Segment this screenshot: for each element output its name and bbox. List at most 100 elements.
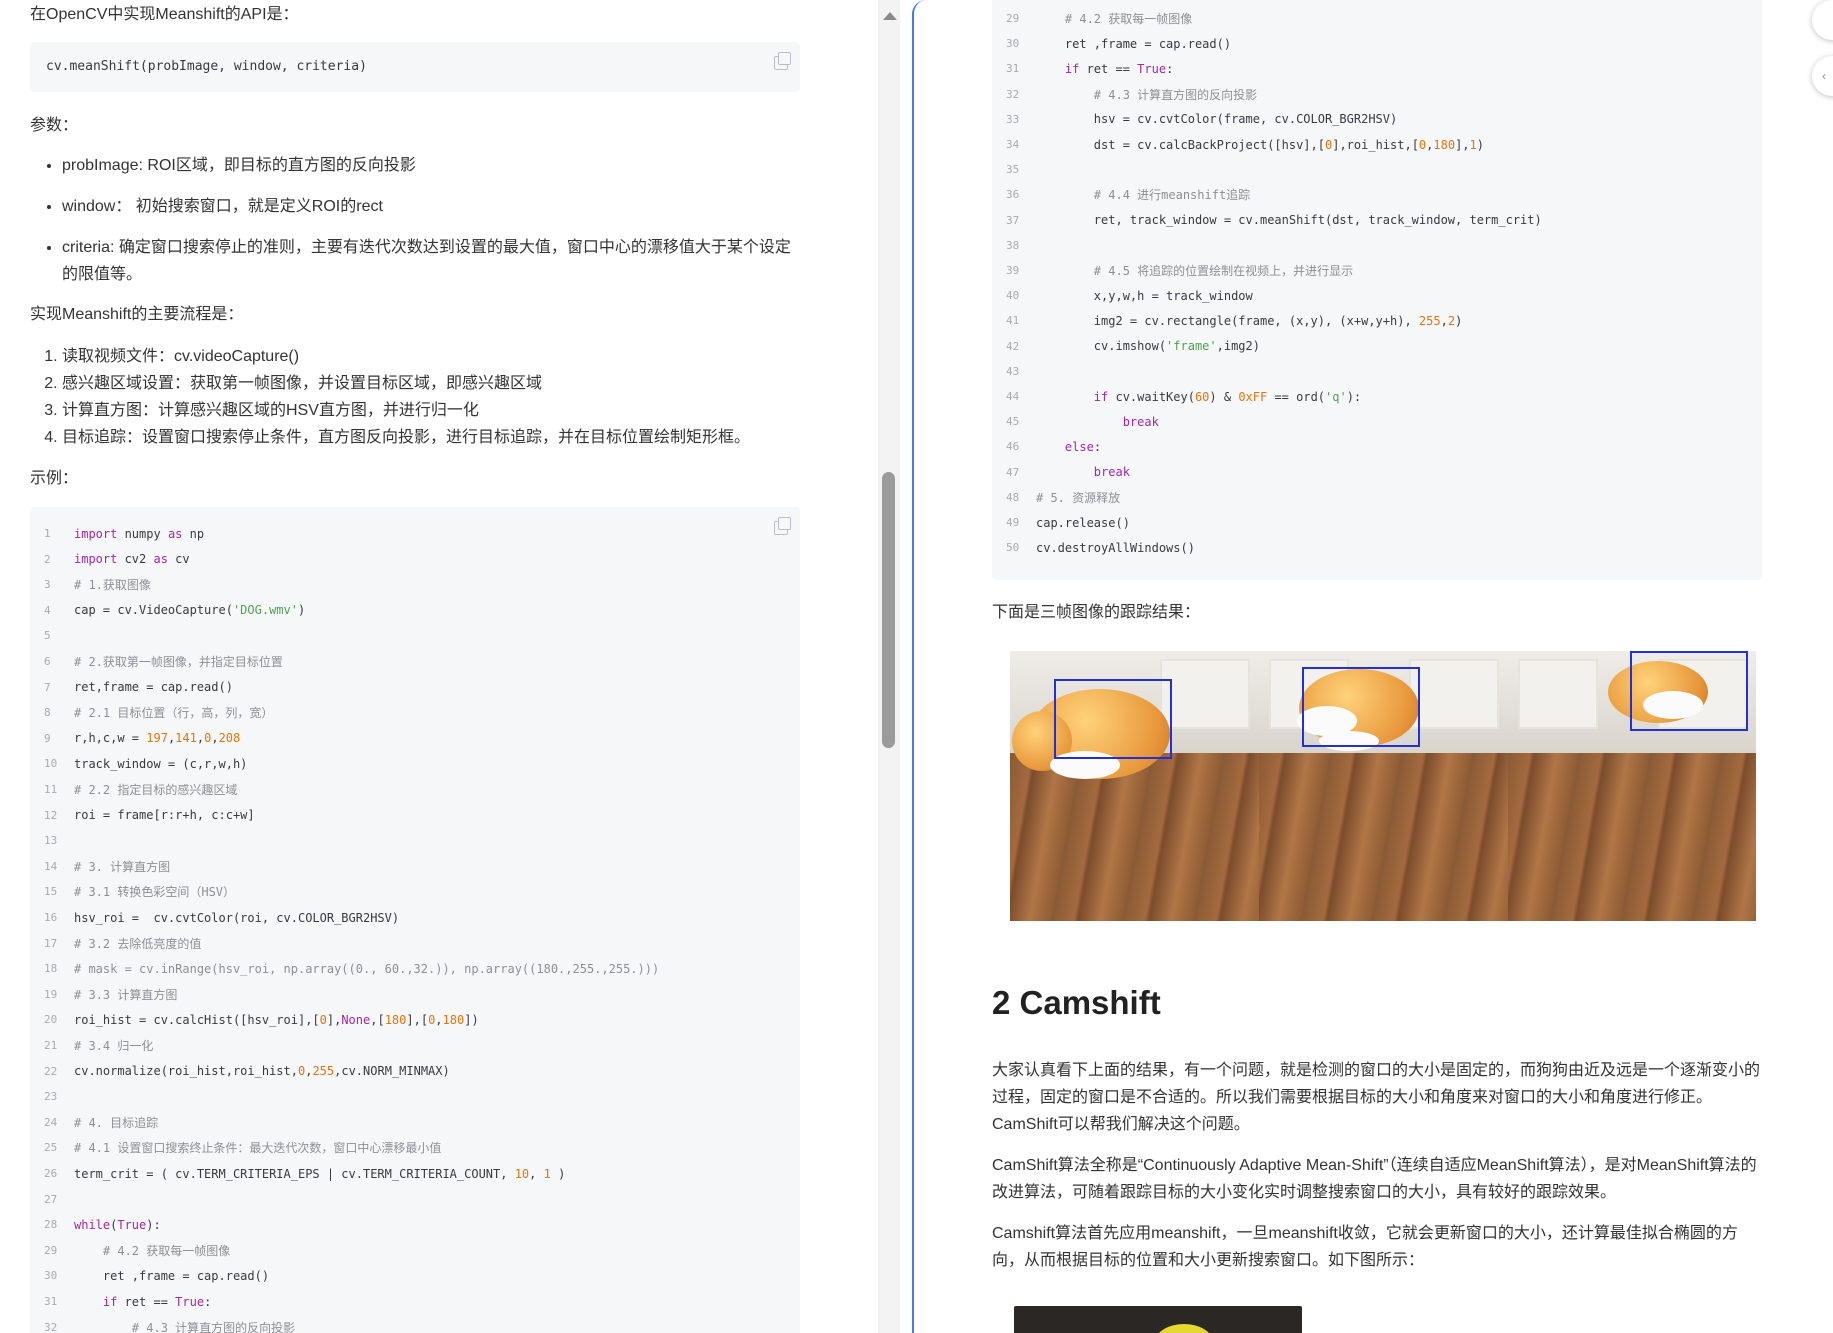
camshift-figure [1014, 1306, 1302, 1333]
flow-heading: 实现Meanshift的主要流程是： [30, 306, 244, 323]
code-text: if ret == True: [1064, 61, 1174, 76]
line-number: 33 [1006, 112, 1020, 126]
line-number: 37 [1006, 213, 1020, 227]
code-line: 10 track_window = (c,r,w,h) [30, 751, 247, 776]
scrollbar-thumb[interactable] [882, 472, 895, 748]
line-number: 18 [44, 962, 58, 976]
tracking-box [1302, 667, 1420, 747]
line-number: 7 [44, 680, 51, 694]
tracking-box [1054, 679, 1172, 759]
code-line: 12 roi = frame[r:r+h, c:c+w] [30, 803, 255, 828]
flow-step: 目标追踪：设置窗口搜索停止条件，直方图反向投影，进行目标追踪，并在目标位置绘制矩… [62, 424, 800, 451]
code-line: 24 # 4. 目标追踪 [30, 1110, 158, 1135]
code-line: 20 roi_hist = cv.calcHist([hsv_roi],[0],N… [30, 1007, 479, 1032]
scroll-up-arrow-icon[interactable] [883, 12, 897, 20]
line-number: 42 [1006, 339, 1020, 353]
code-text: import cv2 as cv [74, 552, 190, 567]
copy-icon[interactable] [774, 52, 791, 70]
code-line: 32 # 4.3 计算直方图的反向投影 [992, 82, 1257, 107]
code-line: 45 break [992, 409, 1159, 434]
code-line: 50 cv.destroyAllWindows() [992, 535, 1195, 560]
line-number: 12 [44, 808, 58, 822]
flow-step: 计算直方图：计算感兴趣区域的HSV直方图，并进行归一化 [62, 397, 800, 424]
floating-action-button[interactable]: ‹ [1812, 56, 1833, 96]
code-text: # 4. 目标追踪 [74, 1115, 159, 1130]
code-text: # mask = cv.inRange(hsv_roi, np.array((0… [74, 961, 660, 976]
line-number: 29 [44, 1243, 58, 1257]
code-text: hsv_roi = cv.cvtColor(roi, cv.COLOR_BGR2… [74, 910, 400, 925]
code-text: # 4.5 将追踪的位置绘制在视频上，并进行显示 [1093, 264, 1354, 278]
copy-icon[interactable] [774, 517, 791, 535]
line-number: 39 [1006, 264, 1020, 277]
code-text: hsv = cv.cvtColor(frame, cv.COLOR_BGR2HS… [1036, 112, 1398, 127]
line-number: 9 [44, 731, 51, 745]
code-text: # 5. 资源释放 [1036, 490, 1121, 505]
paragraph-3: Camshift算法首先应用meanshift，一旦meanshift收敛，它就… [992, 1225, 1738, 1269]
api-code: cv.meanShift(probImage, window, criteria… [46, 59, 367, 74]
line-number: 32 [44, 1320, 58, 1333]
code-line: 17 # 3.2 去除低亮度的值 [30, 931, 201, 956]
line-number: 13 [44, 834, 58, 848]
code-text: img2 = cv.rectangle(frame, (x,y), (x+w,y… [1036, 313, 1463, 328]
code-line: 7 ret,frame = cap.read() [30, 675, 233, 700]
code-text: roi = frame[r:r+h, c:c+w] [74, 808, 255, 823]
code-line: 5 [30, 623, 74, 648]
line-number: 35 [1006, 163, 1020, 177]
code-text: # 3.4 归一化 [74, 1039, 154, 1053]
code-line: 1 import numpy as np [30, 521, 204, 546]
code-line: 13 [30, 828, 74, 853]
code-text: dst = cv.calcBackProject([hsv],[0],roi_h… [1036, 137, 1484, 152]
code-text: ret ,frame = cap.read() [74, 1268, 270, 1283]
code-line: 8 # 2.1 目标位置（行，高，列，宽） [30, 700, 273, 725]
floating-action-button[interactable] [1812, 0, 1833, 40]
param-item: criteria: 确定窗口搜索停止的准则，主要有迭代次数达到设置的最大值，窗口… [62, 234, 800, 288]
code-text: if ret == True: [102, 1294, 212, 1309]
code-text: # 4.3 计算直方图的反向投影 [1093, 87, 1258, 102]
code-text: ret, track_window = cv.meanShift(dst, tr… [1036, 213, 1542, 228]
code-text: # 3. 计算直方图 [74, 859, 171, 874]
code-text: break [1122, 414, 1159, 429]
line-number: 17 [44, 936, 58, 950]
code-text: cv.normalize(roi_hist,roi_hist,0,255,cv.… [74, 1064, 450, 1079]
code-text: # 2.2 指定目标的感兴趣区域 [74, 783, 238, 797]
code-line: 30 ret ,frame = cap.read() [30, 1263, 269, 1288]
code-text: track_window = (c,r,w,h) [74, 756, 248, 771]
code-text: # 3.3 计算直方图 [74, 987, 178, 1002]
code-line: 26 term_crit = ( cv.TERM_CRITERIA_EPS | c… [30, 1161, 565, 1186]
line-number: 44 [1006, 390, 1020, 403]
code-text: if cv.waitKey(60) & 0xFF == ord('q'): [1093, 389, 1362, 404]
code-line: 32 # 4.3 计算直方图的反向投影 [30, 1315, 295, 1333]
line-number: 24 [44, 1115, 58, 1129]
code-text: roi_hist = cv.calcHist([hsv_roi],[0],Non… [74, 1012, 479, 1027]
code-line: 28 while(True): [30, 1212, 161, 1237]
line-number: 26 [44, 1167, 58, 1180]
code-text: x,y,w,h = track_window [1036, 288, 1253, 303]
line-number: 4 [44, 603, 51, 617]
flow-list: 读取视频文件：cv.videoCapture() 感兴趣区域设置：获取第一帧图像… [30, 343, 800, 451]
section-heading: 2 Camshift [992, 984, 1161, 1021]
line-number: 6 [44, 655, 51, 668]
line-number: 28 [44, 1218, 58, 1232]
left-code-block: 1 import numpy as np 2 import cv2 as cv 3 # 1… [30, 507, 800, 1333]
code-line: 15 # 3.1 转换色彩空间（HSV） [30, 879, 235, 904]
line-number: 43 [1006, 364, 1020, 378]
code-line: 6 # 2.获取第一帧图像，并指定目标位置 [30, 649, 283, 674]
line-number: 3 [44, 578, 51, 592]
code-text: cv.destroyAllWindows() [1036, 540, 1195, 555]
line-number: 15 [44, 885, 58, 899]
code-line: 44 if cv.waitKey(60) & 0xFF == ord('q'): [992, 384, 1361, 409]
code-text: # 4.3 计算直方图的反向投影 [131, 1320, 296, 1333]
params-heading: 参数： [30, 117, 79, 134]
param-item: window： 初始搜索窗口，就是定义ROI的rect [62, 193, 800, 220]
line-number: 50 [1006, 541, 1020, 555]
right-article-pane: 29 # 4.2 获取每一帧图像 30 ret ,frame = cap.read… [912, 0, 1833, 1333]
code-line: 33 hsv = cv.cvtColor(frame, cv.COLOR_BGR… [992, 107, 1397, 132]
code-line: 37 ret, track_window = cv.meanShift(dst,… [992, 208, 1542, 233]
tracking-frame-2 [1259, 651, 1508, 921]
code-text: break [1093, 465, 1130, 480]
code-text: cap = cv.VideoCapture('DOG.wmv') [74, 603, 306, 618]
vertical-scrollbar[interactable] [878, 0, 900, 1333]
code-line: 18 # mask = cv.inRange(hsv_roi, np.array(… [30, 956, 659, 981]
code-line: 41 img2 = cv.rectangle(frame, (x,y), (x+… [992, 308, 1462, 333]
flow-step: 感兴趣区域设置：获取第一帧图像，并设置目标区域，即感兴趣区域 [62, 370, 800, 397]
